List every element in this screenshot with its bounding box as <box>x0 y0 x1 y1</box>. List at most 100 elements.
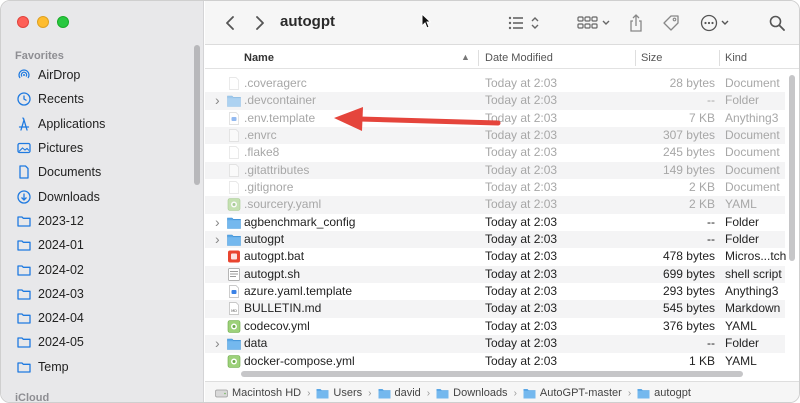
folder-icon <box>17 238 38 252</box>
file-size: 7 KB <box>688 110 715 125</box>
file-row[interactable]: .flake8 Today at 2:03 245 bytes Document <box>205 144 785 161</box>
disclosure-triangle-icon[interactable]: › <box>215 92 225 109</box>
sidebar-item-label: Applications <box>38 116 106 131</box>
file-name: .coveragerc <box>244 76 307 90</box>
sidebar-item-pictures[interactable]: Pictures <box>1 136 196 160</box>
column-divider[interactable] <box>719 50 720 66</box>
path-crumb-label: Downloads <box>453 387 508 399</box>
file-kind: Document <box>725 180 780 195</box>
sidebar-item-2024-05[interactable]: 2024-05 <box>1 330 196 354</box>
file-date-modified: Today at 2:03 <box>485 197 558 212</box>
file-row[interactable]: › data Today at 2:03 -- Folder <box>205 335 785 353</box>
sidebar-item-applications[interactable]: Applications <box>1 112 196 136</box>
svg-text:MD: MD <box>231 309 237 313</box>
file-list: .coveragerc Today at 2:03 28 bytes Document… <box>205 75 787 370</box>
column-date-modified[interactable]: Date Modified <box>485 52 553 64</box>
path-crumb[interactable]: Macintosh HD <box>215 387 301 399</box>
file-size: 2 KB <box>688 180 715 195</box>
file-list-horizontal-scrollbar[interactable] <box>241 371 743 377</box>
sidebar-item-recents[interactable]: Recents <box>1 87 196 111</box>
icloud-heading: iCloud <box>15 392 50 403</box>
sidebar-item-2024-03[interactable]: 2024-03 <box>1 282 196 306</box>
file-size: 293 bytes <box>662 284 715 299</box>
sidebar-item-label: Temp <box>38 359 69 374</box>
sidebar-item-label: Downloads <box>38 189 100 204</box>
tags-button[interactable] <box>660 13 682 33</box>
zoom-button[interactable] <box>57 16 69 28</box>
sidebar-item-documents[interactable]: Documents <box>1 160 196 184</box>
sort-ascending-icon[interactable]: ▲ <box>461 52 470 62</box>
pictures-icon <box>17 141 38 155</box>
group-button[interactable] <box>577 13 613 33</box>
file-name: .envrc <box>244 128 277 143</box>
path-crumb[interactable]: Downloads <box>436 387 508 399</box>
column-divider[interactable] <box>635 50 636 66</box>
file-row[interactable]: MD BULLETIN.md Today at 2:03 545 bytes Markd… <box>205 300 785 318</box>
sidebar-item-label: 2024-05 <box>38 335 84 350</box>
file-row[interactable]: .sourcery.yaml Today at 2:03 2 KB YAML <box>205 196 785 214</box>
file-row[interactable]: autogpt.bat Today at 2:03 478 bytes Micros.… <box>205 248 787 265</box>
minimize-button[interactable] <box>37 16 49 28</box>
file-list-vertical-scrollbar[interactable] <box>789 75 795 261</box>
path-crumb[interactable]: autogpt <box>637 387 691 399</box>
action-button[interactable] <box>699 13 733 33</box>
file-size: 28 bytes <box>669 76 715 90</box>
file-date-modified: Today at 2:03 <box>485 284 558 299</box>
view-options-button[interactable] <box>505 13 545 33</box>
file-name: .gitignore <box>244 180 294 195</box>
column-divider[interactable] <box>478 50 479 66</box>
file-row[interactable]: codecov.yml Today at 2:03 376 bytes YAML <box>205 318 785 335</box>
file-row[interactable]: .env.template Today at 2:03 7 KB Anything3 <box>205 110 785 127</box>
path-crumb[interactable]: AutoGPT-master <box>523 387 622 399</box>
disclosure-triangle-icon[interactable]: › <box>215 335 225 352</box>
airdrop-icon <box>17 68 38 82</box>
column-kind[interactable]: Kind <box>725 52 747 64</box>
file-row[interactable]: › agbenchmark_config Today at 2:03 -- Folder <box>205 214 785 231</box>
file-row[interactable]: autogpt.sh Today at 2:03 699 bytes shell sc… <box>205 265 785 284</box>
folder-icon <box>227 337 241 350</box>
path-crumb-label: Users <box>333 387 363 399</box>
path-crumb[interactable]: david <box>378 387 421 399</box>
sidebar-item-2023-12[interactable]: 2023-12 <box>1 209 196 233</box>
column-name[interactable]: Name <box>244 52 274 64</box>
forward-button[interactable] <box>251 13 269 33</box>
file-row[interactable]: azure.yaml.template Today at 2:03 293 byte… <box>205 283 785 300</box>
file-row[interactable]: › .devcontainer Today at 2:03 -- Folder <box>205 92 785 110</box>
file-kind: Document <box>725 128 780 143</box>
path-crumb[interactable]: Users <box>316 387 362 399</box>
yaml-file-icon <box>227 320 241 333</box>
folder-icon <box>227 216 241 229</box>
file-row[interactable]: .gitignore Today at 2:03 2 KB Document <box>205 179 785 196</box>
disclosure-triangle-icon[interactable]: › <box>215 214 225 231</box>
sidebar-item-2024-01[interactable]: 2024-01 <box>1 233 196 257</box>
file-row[interactable]: .coveragerc Today at 2:03 28 bytes Document <box>205 75 785 92</box>
close-button[interactable] <box>17 16 29 28</box>
back-button[interactable] <box>221 13 239 33</box>
search-button[interactable] <box>767 13 787 33</box>
folder-icon <box>637 388 654 399</box>
file-row[interactable]: .envrc Today at 2:03 307 bytes Document <box>205 127 785 145</box>
file-row[interactable]: docker-compose.yml Today at 2:03 1 KB YAML <box>205 353 785 370</box>
yaml-file-icon <box>227 354 241 368</box>
sidebar-item-temp[interactable]: Temp <box>1 355 196 379</box>
disclosure-triangle-icon[interactable]: › <box>215 231 225 248</box>
file-size: 2 KB <box>688 197 715 212</box>
sidebar-item-label: 2024-02 <box>38 262 84 277</box>
file-name: BULLETIN.md <box>244 301 322 316</box>
sidebar-item-2024-02[interactable]: 2024-02 <box>1 257 196 281</box>
column-size[interactable]: Size <box>641 52 662 64</box>
file-row[interactable]: › autogpt Today at 2:03 -- Folder <box>205 231 785 249</box>
sidebar-item-2024-04[interactable]: 2024-04 <box>1 306 196 330</box>
file-row[interactable]: .gitattributes Today at 2:03 149 bytes Docu… <box>205 161 785 180</box>
file-date-modified: Today at 2:03 <box>485 145 558 160</box>
file-kind: Micros...tch <box>725 249 787 264</box>
file-name: .sourcery.yaml <box>244 197 322 212</box>
share-button[interactable] <box>627 13 645 33</box>
sidebar-scrollbar[interactable] <box>194 45 200 185</box>
share-icon <box>630 14 642 32</box>
file-date-modified: Today at 2:03 <box>485 214 558 229</box>
sidebar-item-label: Documents <box>38 165 102 180</box>
sidebar-item-downloads[interactable]: Downloads <box>1 184 196 208</box>
sidebar-item-label: Pictures <box>38 141 84 156</box>
sidebar-item-airdrop[interactable]: AirDrop <box>1 63 196 87</box>
